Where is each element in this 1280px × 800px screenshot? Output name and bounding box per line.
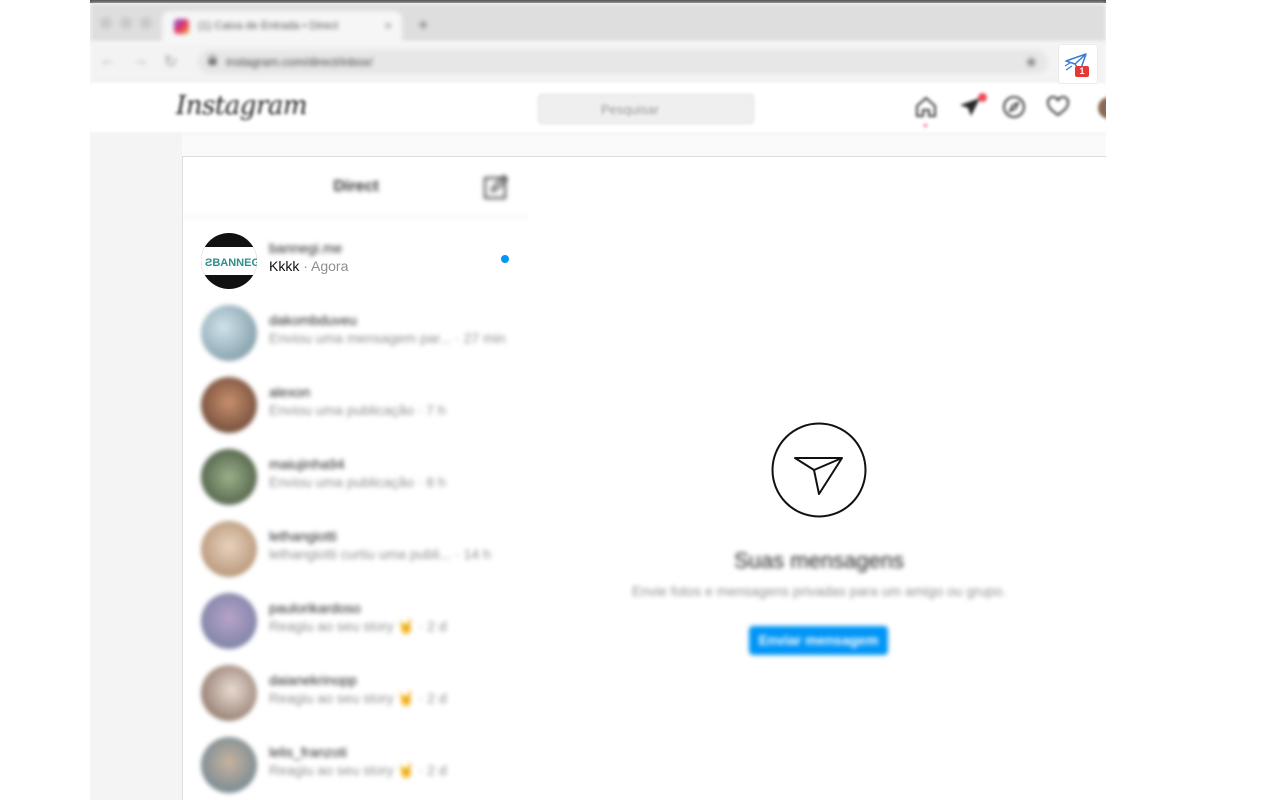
conversation-item[interactable]: daianekrinopp Reagiu ao seu story 🤘 · 2 … [183,657,529,729]
conversation-avatar [201,737,257,793]
preview-separator: · [414,618,428,634]
conversation-preview: Enviou uma mensagem par... · 27 min [269,330,506,346]
reload-icon[interactable]: ↻ [164,52,177,72]
window-close-dot[interactable] [100,17,112,29]
preview-separator: · [413,402,427,418]
page-gutter [90,133,182,800]
conversation-time: Agora [311,258,349,274]
conversation-time: 14 h [463,546,491,562]
url-field[interactable]: instagram.com/direct/inbox/ ★ [198,50,1048,74]
home-icon[interactable] [914,95,938,119]
conversation-username: alexon [269,384,311,400]
direct-inbox-panel: Direct ƧBANNEG bannegi.me Kkkk · Agora d… [182,156,530,800]
send-message-button[interactable]: Enviar mensagem [749,626,888,655]
conversation-username: daianekrinopp [269,672,357,688]
empty-state-subtitle: Envie fotos e mensagens privadas para um… [631,583,1007,599]
conversation-message: Kkkk [269,258,300,274]
conversation-item[interactable]: paulorikardoso Reagiu ao seu story 🤘 · 2… [183,585,529,657]
message-thread-area: Suas mensagens Envie fotos e mensagens p… [528,156,1106,800]
conversation-item[interactable]: lelis_franzoti Reagiu ao seu story 🤘 · 2… [183,729,529,800]
conversation-time: 8 h [426,474,446,490]
conversation-username: lelis_franzoti [269,744,347,760]
conversation-avatar [201,377,257,433]
window-minimize-dot[interactable] [120,17,132,29]
tab-title: (1) Caixa de Entrada • Direct [198,20,339,32]
conversation-time: 2 d [427,618,447,634]
browser-window: (1) Caixa de Entrada • Direct × + ← → ↻ … [90,0,1106,800]
conversation-preview: Enviou uma publicação · 7 h [269,402,446,418]
instagram-header: Instagram Pesquisar [90,83,1106,134]
address-bar: ← → ↻ instagram.com/direct/inbox/ ★ [90,42,1106,83]
conversation-preview: Reagiu ao seu story 🤘 · 2 d [269,762,447,779]
conversation-message: lethangiotti curtiu uma publi... [269,546,452,562]
conversation-message: Reagiu ao seu story 🤘 [269,618,415,634]
empty-state-title: Suas mensagens [734,548,904,573]
preview-separator: · [414,762,428,778]
window-zoom-dot[interactable] [140,17,152,29]
conversation-username: lethangiotti [269,528,337,544]
extension-badge: 1 [1075,66,1089,77]
conversation-item[interactable]: alexon Enviou uma publicação · 7 h [183,369,529,441]
avatar[interactable] [1098,97,1106,119]
conversation-username: bannegi.me [269,240,343,256]
preview-separator: · [414,690,428,706]
browser-tab[interactable]: (1) Caixa de Entrada • Direct × [162,11,402,42]
conversation-message: Enviou uma mensagem par... [269,330,452,346]
conversation-avatar [201,665,257,721]
conversation-preview: Reagiu ao seu story 🤘 · 2 d [269,618,447,635]
conversation-item[interactable]: ƧBANNEG bannegi.me Kkkk · Agora [183,225,529,297]
conversation-message: Reagiu ao seu story 🤘 [269,690,415,706]
tab-close-icon[interactable]: × [384,18,392,33]
bookmark-star-icon[interactable]: ★ [1025,53,1038,71]
conversation-time: 7 h [426,402,446,418]
new-message-icon[interactable] [483,174,509,200]
conversation-username: paulorikardoso [269,600,361,616]
conversation-avatar: ƧBANNEG [201,233,257,289]
preview-separator: · [299,258,312,274]
unread-indicator [501,255,509,263]
preview-separator: · [451,330,464,346]
preview-separator: · [451,546,464,562]
preview-separator: · [413,474,427,490]
conversation-avatar [201,593,257,649]
inbox-header: Direct [183,157,529,217]
conversation-preview: Kkkk · Agora [269,258,348,274]
conversation-message: Enviou uma publicação [269,402,414,418]
home-active-dot [924,124,927,127]
conversation-avatar [201,521,257,577]
paper-plane-circle-icon [771,422,867,518]
conversation-time: 2 d [427,690,447,706]
conversation-message: Reagiu ao seu story 🤘 [269,762,415,778]
conversation-preview: lethangiotti curtiu uma publi... · 14 h [269,546,491,562]
instagram-favicon-icon [174,19,189,34]
search-input[interactable]: Pesquisar [538,94,754,124]
lock-icon [208,55,217,65]
heart-icon[interactable] [1046,95,1070,119]
back-icon[interactable]: ← [100,52,116,70]
conversation-preview: Enviou uma publicação · 8 h [269,474,446,490]
conversation-preview: Reagiu ao seu story 🤘 · 2 d [269,690,447,707]
conversation-message: Enviou uma publicação [269,474,414,490]
conversation-avatar [201,449,257,505]
forward-icon[interactable]: → [132,52,148,70]
conversation-username: maiujinha94 [269,456,345,472]
direct-notification-dot [978,93,987,102]
conversation-time: 27 min [463,330,506,346]
search-placeholder: Pesquisar [601,102,659,117]
tab-bar: (1) Caixa de Entrada • Direct × + [90,3,1106,42]
explore-icon[interactable] [1002,95,1026,119]
svg-text:ƧBANNEG: ƧBANNEG [205,257,257,269]
conversation-avatar [201,305,257,361]
inbox-title: Direct [333,178,379,195]
conversation-item[interactable]: dakombduveu Enviou uma mensagem par... ·… [183,297,529,369]
url-text: instagram.com/direct/inbox/ [226,55,373,69]
extension-button[interactable]: 1 [1058,44,1098,84]
conversation-username: dakombduveu [269,312,357,328]
conversation-time: 2 d [427,762,447,778]
new-tab-icon[interactable]: + [418,15,429,36]
conversation-item[interactable]: lethangiotti lethangiotti curtiu uma pub… [183,513,529,585]
conversation-item[interactable]: maiujinha94 Enviou uma publicação · 8 h [183,441,529,513]
instagram-logo[interactable]: Instagram [176,91,308,121]
